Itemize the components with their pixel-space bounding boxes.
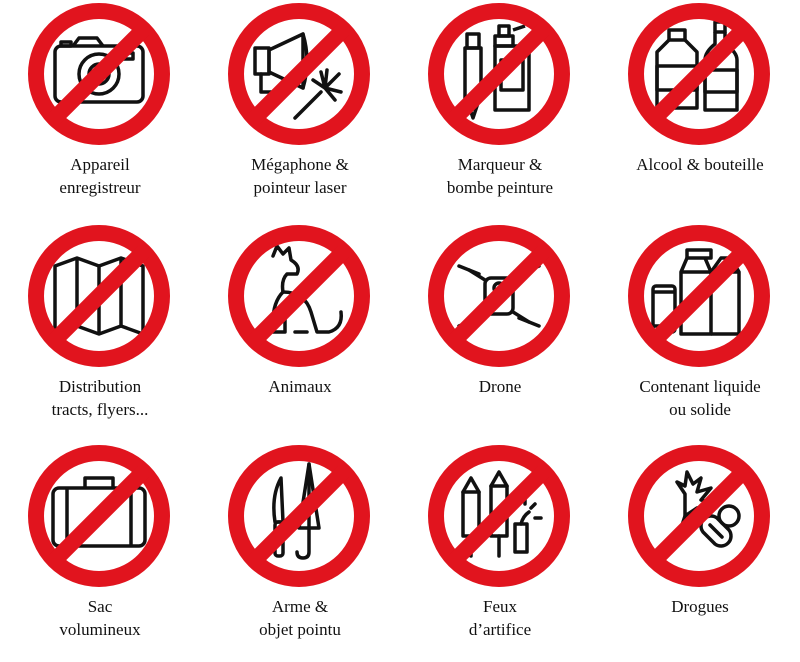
item-weapon: Arme & objet pointu <box>200 442 400 662</box>
item-caption: Alcool & bouteille <box>636 155 764 174</box>
item-caption: Arme & objet pointu <box>259 597 341 639</box>
prohibited-items-grid: Appareil enregistreur Mégaphone & pointe… <box>0 0 800 641</box>
item-caption: Appareil enregistreur <box>59 155 141 197</box>
item-caption: Marqueur & bombe peinture <box>446 155 554 197</box>
item-caption: Feux d’artifice <box>468 597 532 639</box>
item-drone: Drone <box>400 222 600 442</box>
item-camera: Appareil enregistreur <box>0 0 200 220</box>
item-caption: Distribution tracts, flyers... <box>51 377 149 419</box>
item-marker-spray: Marqueur & bombe peinture <box>400 0 600 220</box>
item-caption: Animaux <box>268 377 332 396</box>
drugs-icon <box>628 445 770 587</box>
item-bag: Sac volumineux <box>0 442 200 662</box>
item-bottles: Alcool & bouteille <box>600 0 800 220</box>
item-caption: Drogues <box>671 597 729 616</box>
dog-icon <box>228 225 370 367</box>
item-caption: Drone <box>478 377 522 396</box>
item-fireworks: Feux d’artifice <box>400 442 600 662</box>
megaphone-laser-icon <box>228 3 370 145</box>
knife-umbrella-icon <box>228 445 370 587</box>
item-drugs: Drogues <box>600 442 800 662</box>
marker-spray-icon <box>428 3 570 145</box>
item-flyers: Distribution tracts, flyers... <box>0 222 200 442</box>
drone-icon <box>428 225 570 367</box>
map-icon <box>28 225 170 367</box>
item-caption: Mégaphone & pointeur laser <box>251 155 349 197</box>
item-caption: Contenant liquide ou solide <box>639 377 761 419</box>
suitcase-icon <box>28 445 170 587</box>
item-containers: Contenant liquide ou solide <box>600 222 800 442</box>
item-animals: Animaux <box>200 222 400 442</box>
fireworks-icon <box>428 445 570 587</box>
item-megaphone: Mégaphone & pointeur laser <box>200 0 400 220</box>
containers-icon <box>628 225 770 367</box>
camera-icon <box>28 3 170 145</box>
item-caption: Sac volumineux <box>59 597 141 639</box>
bottles-icon <box>628 3 770 145</box>
